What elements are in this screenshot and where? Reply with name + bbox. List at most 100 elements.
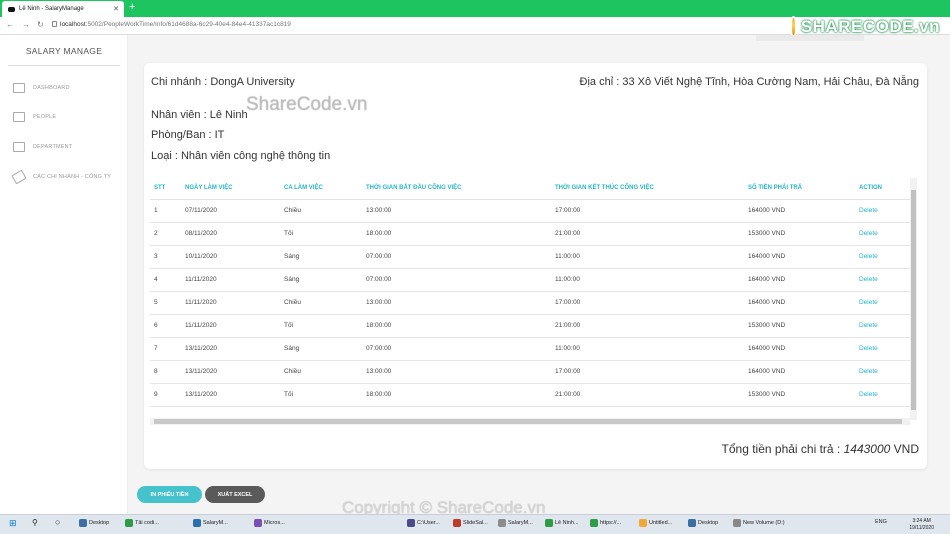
taskbar-app-label: C:\User... bbox=[417, 520, 440, 526]
scroll-thumb[interactable] bbox=[911, 190, 916, 410]
app-icon bbox=[733, 519, 741, 527]
taskbar-app[interactable]: SlideSal... bbox=[453, 519, 488, 527]
taskbar-app[interactable]: Desktop bbox=[79, 519, 109, 527]
app-icon bbox=[125, 519, 133, 527]
taskbar-app[interactable]: New Volume (D:) bbox=[733, 519, 785, 527]
search-icon[interactable]: ⚲ bbox=[32, 518, 38, 527]
total-label: Tổng tiền phải chi trả : bbox=[721, 442, 844, 456]
cell-shift: Sáng bbox=[280, 337, 362, 361]
col-header-start[interactable]: THỜI GIAN BẮT ĐẦU CÔNG VIỆC bbox=[362, 178, 551, 200]
table-horizontal-scrollbar[interactable] bbox=[150, 418, 910, 425]
cell-shift: Tối bbox=[280, 222, 362, 246]
delete-link[interactable]: Delete bbox=[855, 314, 910, 338]
sidebar-item-people[interactable]: PEOPLE bbox=[13, 112, 56, 122]
cell-amount: 164000 VND bbox=[744, 199, 855, 223]
logo-text: SHARECODE.vn bbox=[800, 17, 940, 36]
sidebar-item-branches[interactable]: CÁC CHI NHÁNH - CÔNG TY bbox=[11, 169, 111, 185]
taskbar-app[interactable]: SalaryM... bbox=[193, 519, 228, 527]
delete-link[interactable]: Delete bbox=[855, 360, 910, 384]
cell-start: 07:00:00 bbox=[362, 245, 551, 269]
app-icon bbox=[639, 519, 647, 527]
branch-text: Chi nhánh : DongA University bbox=[151, 76, 295, 88]
taskbar-app-label: Tải codi... bbox=[135, 520, 159, 526]
col-header-amount[interactable]: SỐ TIỀN PHẢI TRẢ bbox=[744, 178, 855, 200]
cell-stt: 4 bbox=[150, 268, 181, 292]
people-icon bbox=[13, 112, 25, 122]
sidebar-item-dashboard[interactable]: DASHBOARD bbox=[13, 83, 70, 93]
taskbar-app[interactable]: Lê Ninh... bbox=[545, 519, 579, 527]
delete-link[interactable]: Delete bbox=[855, 383, 910, 407]
top-search-partial[interactable] bbox=[756, 35, 864, 41]
cell-start: 13:00:00 bbox=[362, 360, 551, 384]
language-indicator[interactable]: ENG bbox=[875, 519, 887, 525]
delete-link[interactable]: Delete bbox=[855, 199, 910, 223]
new-tab-icon[interactable]: + bbox=[129, 1, 135, 13]
app-icon bbox=[407, 519, 415, 527]
delete-link[interactable]: Delete bbox=[855, 337, 910, 361]
sidebar: SALARY MANAGE DASHBOARD PEOPLE DEPARTMEN… bbox=[0, 35, 128, 514]
reload-icon[interactable]: ↻ bbox=[37, 20, 44, 29]
taskbar-app[interactable]: Desktop bbox=[688, 519, 718, 527]
app-icon bbox=[453, 519, 461, 527]
col-header-end[interactable]: THỜI GIAN KẾT THÚC CÔNG VIỆC bbox=[551, 178, 744, 200]
taskbar-app[interactable]: C:\User... bbox=[407, 519, 440, 527]
employee-text: Nhân viên : Lê Ninh bbox=[151, 109, 248, 121]
app-icon bbox=[79, 519, 87, 527]
delete-link[interactable]: Delete bbox=[855, 268, 910, 292]
back-icon[interactable]: ← bbox=[6, 20, 14, 29]
taskbar-app[interactable]: Tải codi... bbox=[125, 519, 159, 527]
cell-end: 17:00:00 bbox=[551, 291, 744, 315]
cell-date: 11/11/2020 bbox=[181, 314, 280, 338]
clock-time: 3:24 AM bbox=[912, 518, 931, 524]
cell-stt: 7 bbox=[150, 337, 181, 361]
url-field[interactable]: localhost:5002/PeopleWorkTime/Info/61d46… bbox=[60, 21, 291, 28]
system-clock[interactable]: 3:24 AM 19/11/2020 bbox=[909, 518, 934, 532]
app-icon bbox=[688, 519, 696, 527]
cell-end: 17:00:00 bbox=[551, 360, 744, 384]
task-view-icon[interactable]: ○ bbox=[55, 517, 60, 527]
print-payslip-button[interactable]: IN PHIẾU TIỀN bbox=[137, 486, 202, 503]
table-vertical-scrollbar[interactable] bbox=[910, 178, 917, 420]
col-header-date[interactable]: NGÀY LÀM VIỆC bbox=[181, 178, 280, 200]
taskbar-app[interactable]: https://... bbox=[590, 519, 621, 527]
taskbar-app-label: https://... bbox=[600, 520, 622, 526]
col-header-action: ACTION bbox=[855, 178, 910, 200]
cell-end: 11:00:00 bbox=[551, 268, 744, 292]
taskbar-app[interactable]: Untitled... bbox=[639, 519, 672, 527]
cell-stt: 5 bbox=[150, 291, 181, 315]
taskbar-app-label: Desktop bbox=[698, 520, 719, 526]
forward-icon[interactable]: → bbox=[22, 20, 30, 29]
sidebar-item-department[interactable]: DEPARTMENT bbox=[13, 142, 72, 152]
cell-date: 10/11/2020 bbox=[181, 245, 280, 269]
table-row: 6 11/11/2020 Tối 18:00:00 21:00:00 153000 VND… bbox=[150, 314, 910, 338]
tab-close-icon[interactable]: ✕ bbox=[113, 5, 119, 13]
windows-start-icon[interactable]: ⊞ bbox=[9, 518, 17, 529]
taskbar-app[interactable]: Micros... bbox=[254, 519, 285, 527]
type-text: Loại : Nhân viên công nghệ thông tin bbox=[151, 150, 331, 162]
app-icon bbox=[193, 519, 201, 527]
browser-tab[interactable]: Lê Ninh - SalaryManage ✕ bbox=[2, 1, 124, 17]
delete-link[interactable]: Delete bbox=[855, 291, 910, 315]
cell-date: 08/11/2020 bbox=[181, 222, 280, 246]
col-header-stt[interactable]: STT bbox=[150, 178, 181, 200]
security-icon[interactable] bbox=[52, 21, 57, 27]
windows-taskbar: ⊞ ⚲ ○ Desktop Tải codi... SalaryM... Micros… bbox=[0, 514, 950, 534]
taskbar-app[interactable]: SalaryM... bbox=[498, 519, 533, 527]
delete-link[interactable]: Delete bbox=[855, 245, 910, 269]
taskbar-app-label: Untitled... bbox=[649, 520, 673, 526]
work-time-card: Chi nhánh : DongA University Địa chỉ : 3… bbox=[144, 63, 927, 469]
export-excel-button[interactable]: XUẤT EXCEL bbox=[205, 486, 265, 503]
scroll-thumb[interactable] bbox=[154, 419, 902, 424]
total-value: 1443000 bbox=[843, 442, 891, 456]
table-row: 5 11/11/2020 Chiều 13:00:00 17:00:00 164000 V… bbox=[150, 291, 910, 315]
cell-end: 21:00:00 bbox=[551, 383, 744, 407]
delete-link[interactable]: Delete bbox=[855, 222, 910, 246]
col-header-shift[interactable]: CA LÀM VIỆC bbox=[280, 178, 362, 200]
cell-shift: Sáng bbox=[280, 268, 362, 292]
cell-start: 18:00:00 bbox=[362, 383, 551, 407]
clock-date: 19/11/2020 bbox=[909, 525, 934, 531]
rocket-icon bbox=[11, 169, 27, 185]
url-path: :5002/PeopleWorkTime/Info/61d4688a-6c29-… bbox=[85, 21, 291, 28]
app-icon bbox=[545, 519, 553, 527]
cell-amount: 164000 VND bbox=[744, 268, 855, 292]
